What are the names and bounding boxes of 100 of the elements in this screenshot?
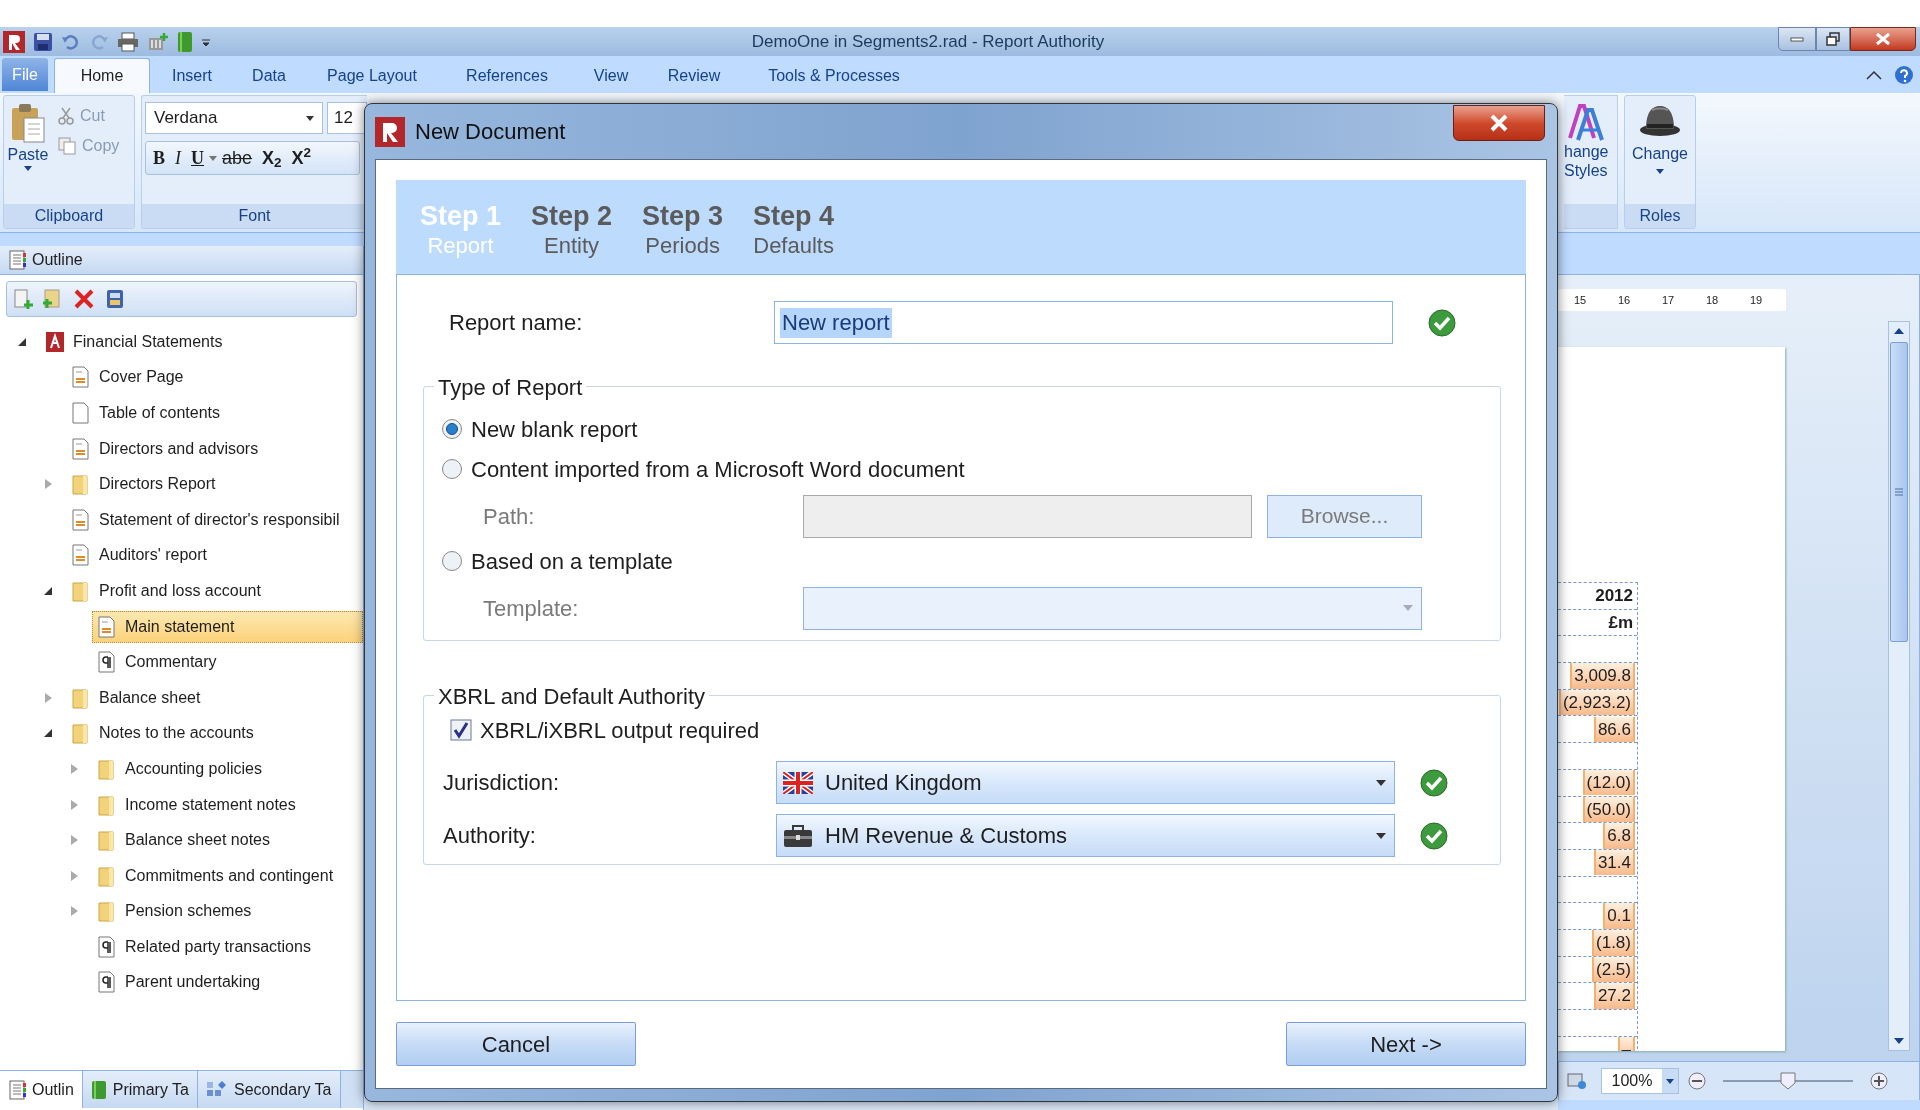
zoom-out-icon[interactable] (1687, 1071, 1707, 1091)
expand-arrow-icon[interactable] (69, 834, 79, 847)
copy-icon (58, 137, 76, 155)
caret-icon (24, 166, 32, 171)
scroll-down-icon[interactable] (1893, 1036, 1905, 1046)
expand-arrow-icon[interactable] (43, 691, 53, 704)
radio-button[interactable] (441, 458, 463, 480)
folder-icon (71, 579, 91, 602)
paste-button[interactable]: Paste (4, 96, 52, 204)
tree-item[interactable]: Financial Statements (40, 325, 254, 358)
zoom-in-icon[interactable] (1869, 1071, 1889, 1091)
close-button[interactable] (1453, 105, 1545, 141)
tree-item[interactable]: Notes to the accounts (66, 717, 285, 750)
ruler: 15 16 17 18 19 (1558, 289, 1786, 311)
folder-icon (97, 793, 117, 816)
value-cell: (2,923.2) (1558, 689, 1635, 716)
font-family-dropdown[interactable]: Verdana (145, 102, 323, 134)
help-icon[interactable] (1894, 64, 1914, 85)
tree-item[interactable]: Statement of director's responsibil (66, 503, 363, 536)
close-button[interactable] (1850, 27, 1916, 51)
new-page-icon[interactable] (13, 287, 33, 311)
expand-arrow-icon[interactable] (69, 905, 79, 918)
expand-arrow-icon[interactable] (69, 798, 79, 811)
save-icon[interactable] (33, 31, 53, 52)
tree-item[interactable]: Auditors' report (66, 539, 238, 572)
ribbon-tab[interactable]: Tools & Processes (740, 58, 928, 93)
briefcase-icon (783, 824, 813, 847)
customize-dropdown-icon[interactable] (201, 36, 211, 47)
tree-item[interactable]: Directors Report (66, 468, 247, 501)
expand-arrow-icon[interactable] (43, 478, 53, 491)
format-button[interactable]: U (186, 144, 209, 172)
dropdown[interactable]: United Kingdom (776, 761, 1395, 804)
tree-item[interactable]: Profit and loss account (66, 574, 292, 607)
panel-tab[interactable]: Outlin (0, 1071, 83, 1108)
scroll-up-icon[interactable] (1893, 326, 1905, 336)
radio-button[interactable] (441, 550, 463, 572)
book-icon[interactable] (177, 30, 193, 53)
zoom-dropdown[interactable]: 100% (1601, 1068, 1679, 1094)
font-size-field[interactable]: 12 (327, 102, 367, 134)
format-button[interactable]: X$_{2}$ (257, 144, 287, 172)
minimize-button[interactable] (1778, 27, 1816, 51)
dropdown[interactable]: HM Revenue & Customs (776, 814, 1395, 857)
ribbon-tab[interactable]: Home (54, 58, 150, 93)
printer-icon[interactable] (117, 31, 139, 52)
checkbox[interactable] (450, 719, 472, 741)
format-button[interactable]: abe (217, 144, 258, 172)
restore-button[interactable] (1816, 27, 1850, 51)
collapse-ribbon-icon[interactable] (1866, 69, 1882, 80)
next-button[interactable]: Next -> (1286, 1022, 1526, 1066)
tree-item[interactable]: Cover Page (66, 361, 215, 394)
ribbon-tab[interactable]: View (574, 58, 648, 93)
format-button[interactable]: X$^{2}$ (286, 144, 317, 172)
cancel-button[interactable]: Cancel (396, 1022, 636, 1066)
format-button[interactable]: I (170, 144, 186, 172)
tree-item[interactable]: Commitments and contingent (92, 859, 363, 892)
report-name-field[interactable]: New report (774, 301, 1393, 344)
format-button[interactable]: B (148, 144, 170, 172)
step-tab[interactable]: Step 4 Defaults (753, 200, 835, 260)
new-folder-icon[interactable] (43, 287, 63, 311)
step-tab[interactable]: Step 3 Periods (642, 200, 724, 260)
tree-item[interactable]: Table of contents (66, 397, 251, 429)
ribbon-tab[interactable]: References (440, 58, 574, 93)
collapse-arrow-icon[interactable] (43, 728, 53, 739)
tree-item[interactable]: Related party transactions (92, 930, 342, 963)
step-tab[interactable]: Step 2 Entity (531, 200, 613, 260)
tree-item[interactable]: Income statement notes (92, 788, 327, 821)
expand-arrow-icon[interactable] (69, 869, 79, 882)
minimize-icon (1790, 36, 1804, 42)
folder-icon (97, 829, 117, 852)
panel-tab[interactable]: Secondary Ta (197, 1071, 341, 1108)
radio-button[interactable] (441, 418, 463, 440)
tree-item[interactable]: Main statement (92, 610, 363, 643)
change-roles-button[interactable]: Change (1625, 96, 1695, 174)
panel-tab[interactable]: Primary Ta (82, 1071, 198, 1108)
tree-item[interactable]: Commentary (92, 646, 248, 679)
collapse-arrow-icon[interactable] (17, 336, 27, 347)
value-cell: (2.5) (1592, 956, 1635, 983)
clipboard-icon (10, 102, 46, 144)
add-table-icon[interactable] (147, 31, 169, 52)
folder-icon (71, 686, 91, 709)
slider-thumb[interactable] (1780, 1072, 1796, 1090)
tree-item[interactable]: Accounting policies (92, 752, 293, 785)
ribbon-tab[interactable]: Review (648, 58, 740, 93)
ribbon-tab[interactable]: Data (234, 58, 304, 93)
report-icon (45, 330, 65, 353)
tree-item[interactable]: Directors and advisors (66, 432, 290, 465)
expand-arrow-icon[interactable] (69, 762, 79, 775)
properties-icon[interactable] (105, 288, 125, 310)
delete-icon[interactable] (73, 288, 95, 310)
ribbon-tab[interactable]: Page Layout (304, 58, 440, 93)
tree-item[interactable]: Pension schemes (92, 895, 283, 928)
view-icon[interactable] (1567, 1072, 1587, 1090)
collapse-arrow-icon[interactable] (43, 585, 53, 596)
group-label: Font (142, 204, 367, 228)
tree-item[interactable]: Balance sheet notes (92, 824, 301, 857)
ribbon-tab[interactable]: Insert (150, 58, 234, 93)
tree-item[interactable]: Parent undertaking (92, 966, 292, 999)
outline-icon (8, 250, 26, 270)
tree-item[interactable]: Balance sheet (66, 681, 232, 714)
scrollbar-thumb[interactable] (1890, 342, 1908, 642)
